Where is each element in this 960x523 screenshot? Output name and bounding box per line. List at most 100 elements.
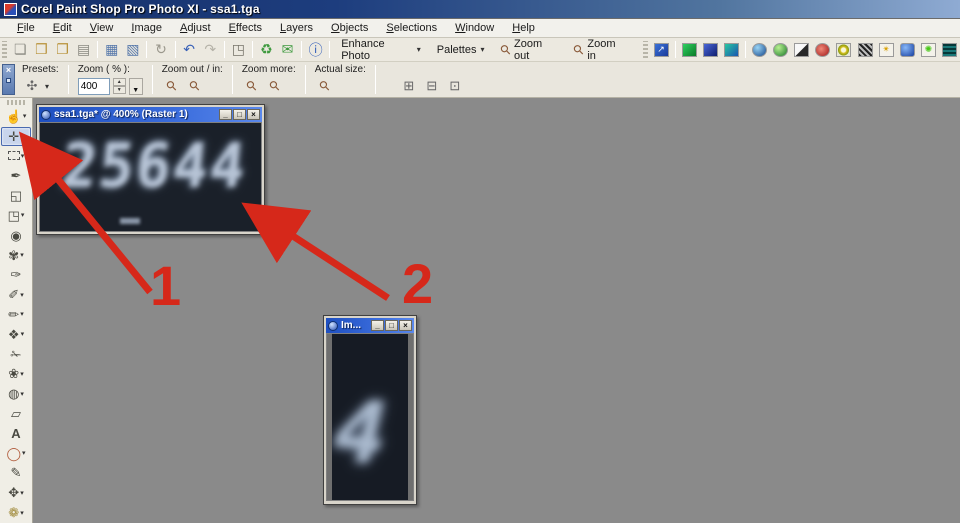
menu-adjust[interactable]: Adjust <box>171 20 220 36</box>
effect-button-12[interactable]: ✺ <box>918 40 939 60</box>
pan-tool[interactable]: ☝▾ <box>1 107 31 126</box>
object-selector-tool[interactable]: ✥▾ <box>1 483 31 502</box>
fit-image-to-window-button[interactable]: ⊟ <box>422 77 442 95</box>
toothbrush-tool[interactable]: ✑ <box>1 265 31 284</box>
dropper-tool[interactable]: ✒ <box>1 166 31 185</box>
image-canvas[interactable]: 4 <box>326 333 414 501</box>
save-button[interactable]: ▦ <box>101 40 122 60</box>
effect-button-9[interactable] <box>855 40 876 60</box>
spin-down-icon[interactable]: ▼ <box>113 86 126 94</box>
zoom-in-more-button[interactable]: ⚲ <box>265 77 285 95</box>
share-button[interactable]: ♻ <box>256 40 277 60</box>
minimize-button[interactable]: _ <box>219 109 232 120</box>
palettes-button[interactable]: Palettes ▾ <box>429 40 493 60</box>
presets-button[interactable]: ✣ <box>22 77 42 95</box>
zoom-in-button[interactable]: ⚲ Zoom in <box>566 40 633 60</box>
info-button[interactable]: ⓘ <box>305 40 326 60</box>
chevron-down-icon[interactable]: ▾ <box>20 310 24 318</box>
effect-button-7[interactable] <box>812 40 833 60</box>
menu-effects[interactable]: Effects <box>220 20 271 36</box>
resize-button[interactable]: ◳ <box>228 40 249 60</box>
fit-window-to-image-button[interactable]: ⊞ <box>399 77 419 95</box>
close-button[interactable]: × <box>247 109 260 120</box>
menu-help[interactable]: Help <box>503 20 544 36</box>
menu-file[interactable]: File <box>8 20 44 36</box>
effect-button-3[interactable] <box>721 40 742 60</box>
palette-grip[interactable] <box>7 100 25 105</box>
chevron-down-icon[interactable]: ▾ <box>21 330 25 338</box>
chevron-down-icon[interactable]: ▾ <box>20 370 24 378</box>
image-window-titlebar[interactable]: ssa1.tga* @ 400% (Raster 1) _ □ × <box>39 107 262 122</box>
airbrush-tool[interactable]: ✐▾ <box>1 285 31 304</box>
enhance-photo-button[interactable]: Enhance Photo ▾ <box>333 40 429 60</box>
palette-handle[interactable]: × <box>2 64 15 95</box>
maximize-button[interactable]: □ <box>385 320 398 331</box>
menu-layers[interactable]: Layers <box>271 20 322 36</box>
open-button[interactable]: ❒ <box>31 40 52 60</box>
menu-selections[interactable]: Selections <box>377 20 446 36</box>
red-eye-tool[interactable]: ◉ <box>1 226 31 245</box>
undo-button[interactable]: ↶ <box>179 40 200 60</box>
pick-tool[interactable]: ◳▾ <box>1 206 31 225</box>
menu-view[interactable]: View <box>81 20 123 36</box>
image-window-titlebar[interactable]: Im... _ □ × <box>326 318 414 333</box>
fullscreen-preview-button[interactable]: ⊡ <box>445 77 465 95</box>
chevron-down-icon[interactable]: ▾ <box>22 449 26 457</box>
browse-button[interactable]: ❐ <box>52 40 73 60</box>
chevron-down-icon[interactable]: ▾ <box>20 132 24 140</box>
menu-objects[interactable]: Objects <box>322 20 377 36</box>
pushpin-icon[interactable] <box>6 78 11 83</box>
zoom-in-step-button[interactable]: ⚲ <box>185 77 205 95</box>
minimize-button[interactable]: _ <box>371 320 384 331</box>
marquee-selection-tool[interactable]: ▾ <box>1 147 31 166</box>
effect-button-6[interactable] <box>791 40 812 60</box>
menu-image[interactable]: Image <box>122 20 171 36</box>
warp-brush-tool[interactable]: ❁▾ <box>1 503 31 522</box>
zoom-percent-input[interactable] <box>78 78 110 95</box>
chevron-down-icon[interactable]: ▾ <box>20 291 24 299</box>
chevron-down-icon[interactable]: ▾ <box>20 509 24 517</box>
chevron-down-icon[interactable]: ▾ <box>21 152 25 160</box>
new-button[interactable]: ❏ <box>10 40 31 60</box>
scratch-remover-tool[interactable]: ✁ <box>1 345 31 364</box>
makeover-tool[interactable]: ✾▾ <box>1 246 31 265</box>
launch-workspace-button[interactable]: ↗ <box>651 40 672 60</box>
image-window-2[interactable]: Im... _ □ × 4 <box>323 315 417 505</box>
chevron-down-icon[interactable]: ▾ <box>45 82 49 91</box>
zoom-out-button[interactable]: ⚲ Zoom out <box>493 40 566 60</box>
chevron-down-icon[interactable]: ▾ <box>20 489 24 497</box>
chevron-down-icon[interactable]: ▾ <box>21 211 25 219</box>
menu-window[interactable]: Window <box>446 20 503 36</box>
close-button[interactable]: × <box>399 320 412 331</box>
move-tool[interactable]: ✛▾ <box>1 127 31 146</box>
zoom-out-more-button[interactable]: ⚲ <box>242 77 262 95</box>
close-icon[interactable]: × <box>6 66 11 75</box>
effect-button-4[interactable] <box>749 40 770 60</box>
picture-tube-tool[interactable]: ❀▾ <box>1 365 31 384</box>
chevron-down-icon[interactable]: ▾ <box>23 112 27 120</box>
effect-button-1[interactable] <box>679 40 700 60</box>
redo-button[interactable]: ↷ <box>200 40 221 60</box>
flood-fill-tool[interactable]: ◍▾ <box>1 384 31 403</box>
effect-button-13[interactable] <box>939 40 960 60</box>
text-tool[interactable]: A <box>1 424 31 443</box>
effect-button-5[interactable] <box>770 40 791 60</box>
save-as-button[interactable]: ▧ <box>122 40 143 60</box>
paint-brush-tool[interactable]: ✏▾ <box>1 305 31 324</box>
pen-tool[interactable]: ✎ <box>1 464 31 483</box>
toolbar-grip[interactable] <box>2 41 7 58</box>
effect-button-11[interactable] <box>897 40 918 60</box>
crop-tool[interactable]: ◱ <box>1 186 31 205</box>
revert-button[interactable]: ↻ <box>150 40 171 60</box>
spin-up-icon[interactable]: ▲ <box>113 78 126 86</box>
chevron-down-icon[interactable]: ▾ <box>20 390 24 398</box>
actual-size-button[interactable]: ⚲ <box>315 77 335 95</box>
preset-shapes-tool[interactable]: ◯▾ <box>1 444 31 463</box>
maximize-button[interactable]: □ <box>233 109 246 120</box>
toolbar-grip[interactable] <box>643 41 648 58</box>
image-window-ssa1[interactable]: ssa1.tga* @ 400% (Raster 1) _ □ × 25644 <box>36 104 265 235</box>
clone-brush-tool[interactable]: ❖▾ <box>1 325 31 344</box>
scan-button[interactable]: ▤ <box>73 40 94 60</box>
menu-edit[interactable]: Edit <box>44 20 81 36</box>
effect-button-2[interactable] <box>700 40 721 60</box>
